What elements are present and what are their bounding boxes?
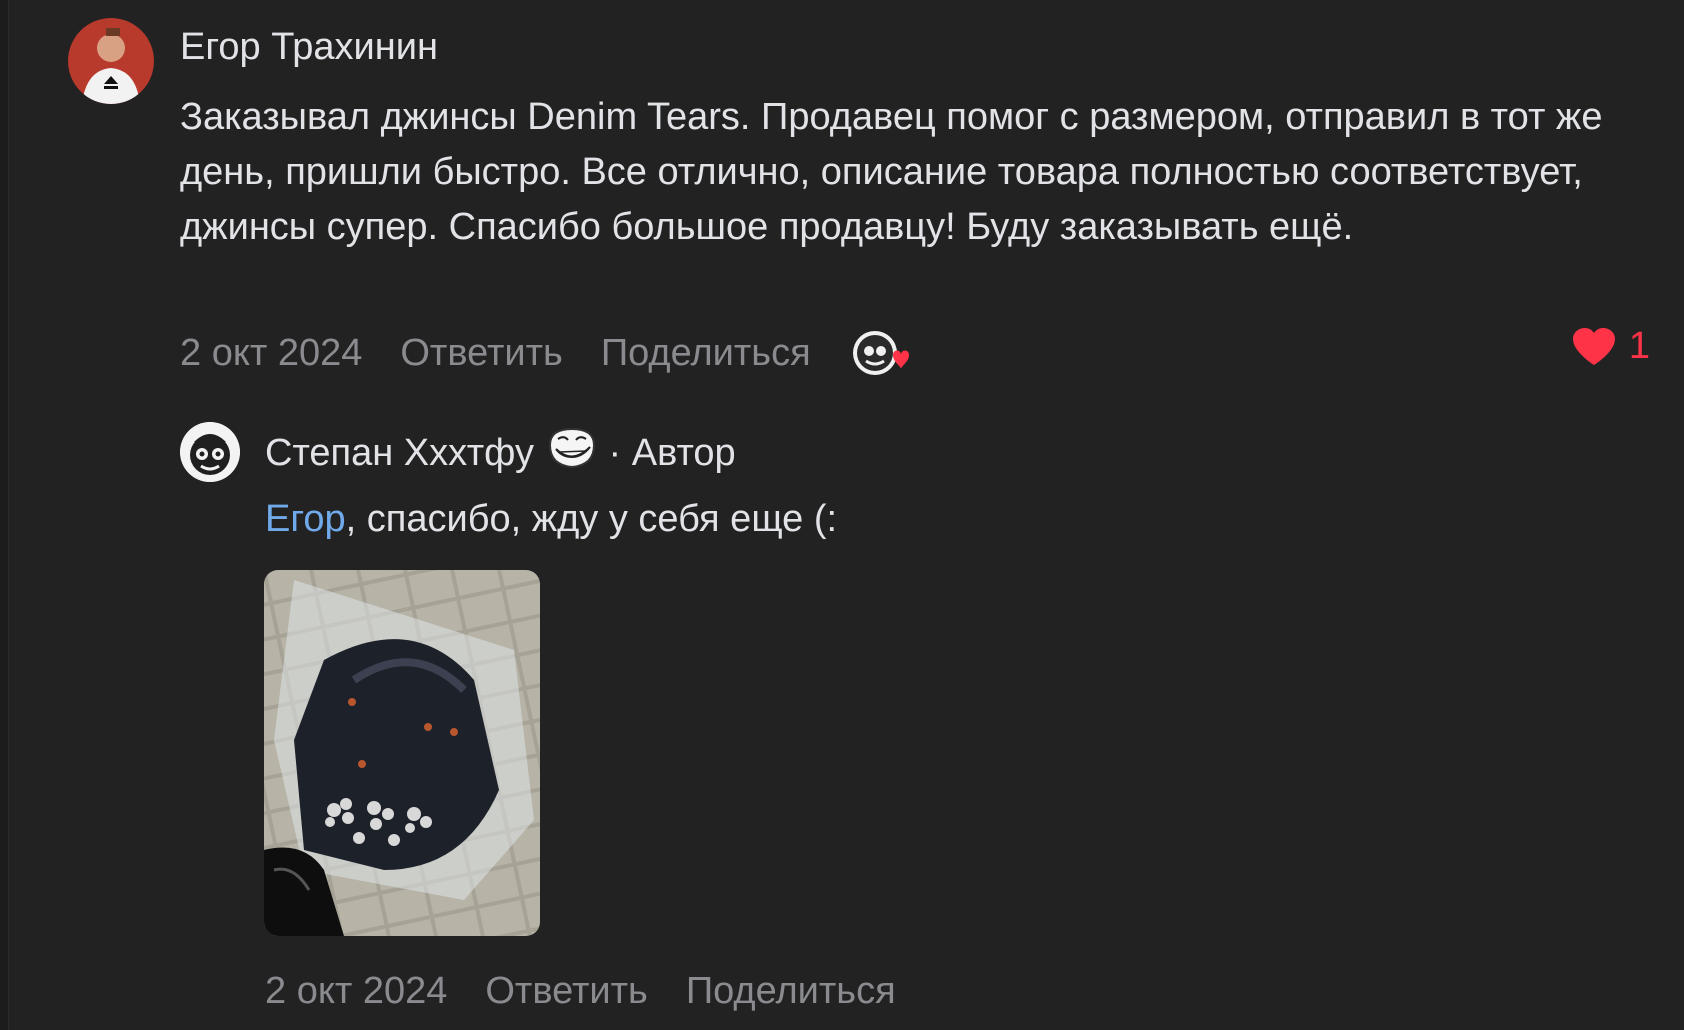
avatar[interactable]: [68, 18, 154, 104]
likes-count: 1: [1628, 325, 1650, 367]
reply-avatar[interactable]: [180, 422, 240, 482]
reply-share-button[interactable]: Поделиться: [686, 970, 896, 1013]
reply-text-body: , спасибо, жду у себя еще (:: [345, 498, 838, 540]
photo-image: [264, 570, 540, 936]
share-button[interactable]: Поделиться: [601, 332, 811, 375]
reply-reply-button[interactable]: Ответить: [485, 970, 647, 1013]
author-avatar-liked-icon: [852, 331, 909, 375]
heart-icon: [1572, 327, 1615, 365]
reply-button[interactable]: Ответить: [400, 332, 562, 375]
comment-text: Заказывал джинсы Denim Tears. Продавец п…: [180, 96, 1603, 248]
comment-author[interactable]: Егор Трахинин: [180, 26, 438, 69]
reply-date[interactable]: 2 окт 2024: [265, 970, 447, 1013]
comment-meta: 2 окт 2024 Ответить Поделиться: [180, 327, 911, 379]
author-liked-indicator: [849, 327, 911, 379]
reply-author-line: Степан Хххтфу · Автор: [265, 425, 736, 481]
trollface-emoji-icon: [546, 425, 598, 481]
comment-date[interactable]: 2 окт 2024: [180, 332, 362, 375]
reply-text: Егор, спасибо, жду у себя еще (:: [265, 492, 1565, 547]
author-badge: Автор: [631, 431, 736, 474]
mention-link[interactable]: Егор: [265, 498, 346, 540]
like-button[interactable]: 1: [1571, 325, 1650, 368]
author-badge-separator: ·: [597, 431, 632, 474]
reply-comment: Степан Хххтфу · Автор Егор, спасибо, жду…: [0, 400, 1684, 1030]
reply-author[interactable]: Степан Хххтфу: [265, 432, 534, 475]
reply-photo-attachment[interactable]: [264, 570, 540, 936]
comment: Егор Трахинин Заказывал джинсы Denim Tea…: [0, 0, 1684, 400]
reply-meta: 2 окт 2024 Ответить Поделиться: [265, 970, 934, 1013]
